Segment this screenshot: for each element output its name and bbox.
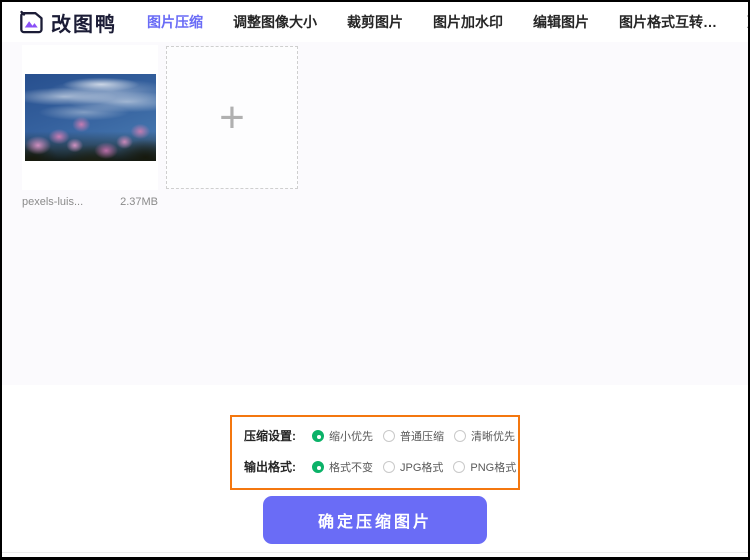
option-png-format[interactable]: PNG格式	[453, 459, 516, 475]
nav-item-crop-image[interactable]: 裁剪图片	[347, 12, 403, 32]
nav-item-image-compress[interactable]: 图片压缩	[147, 12, 203, 32]
radio-unselected-icon[interactable]	[453, 461, 465, 473]
radio-unselected-icon[interactable]	[383, 461, 395, 473]
option-jpg-format[interactable]: JPG格式	[383, 459, 443, 475]
brand-logo[interactable]: 改图鸭	[18, 8, 117, 37]
option-shrink-priority[interactable]: 缩小优先	[312, 428, 373, 444]
file-size: 2.37MB	[120, 196, 158, 208]
top-navigation-bar: 改图鸭 图片压缩 调整图像大小 裁剪图片 图片加水印 编辑图片 图片格式互转… …	[2, 2, 748, 42]
output-format-label: 输出格式:	[244, 458, 296, 475]
add-image-tile[interactable]: +	[166, 46, 298, 189]
radio-unselected-icon[interactable]	[454, 430, 466, 442]
plus-icon: +	[219, 96, 245, 140]
option-keep-format[interactable]: 格式不变	[312, 459, 373, 475]
radio-selected-icon[interactable]	[312, 461, 324, 473]
settings-section: 压缩设置: 缩小优先 普通压缩 清晰优先 输出格式: 格式不	[2, 415, 748, 560]
option-label: 普通压缩	[400, 428, 444, 444]
footer: 图片压缩 图片编辑	[2, 552, 748, 560]
compression-setting-row: 压缩设置: 缩小优先 普通压缩 清晰优先	[244, 427, 508, 444]
nav-item-format-convert[interactable]: 图片格式互转…	[619, 12, 717, 32]
file-thumbnail-card[interactable]	[22, 45, 158, 190]
brand-name: 改图鸭	[51, 8, 117, 37]
uploaded-file-item: pexels-luis... 2.37MB	[22, 45, 158, 208]
option-label: 清晰优先	[471, 428, 515, 444]
upload-stage: pexels-luis... 2.37MB +	[2, 42, 748, 385]
photo-frame-icon	[18, 10, 44, 34]
radio-selected-icon[interactable]	[312, 430, 324, 442]
nav-item-resize-image[interactable]: 调整图像大小	[233, 12, 317, 32]
compression-setting-label: 压缩设置:	[244, 427, 296, 444]
option-label: 格式不变	[329, 459, 373, 475]
file-name: pexels-luis...	[22, 196, 83, 208]
radio-unselected-icon[interactable]	[383, 430, 395, 442]
nav-item-watermark[interactable]: 图片加水印	[433, 12, 503, 32]
app-window: 改图鸭 图片压缩 调整图像大小 裁剪图片 图片加水印 编辑图片 图片格式互转… …	[0, 0, 750, 560]
file-meta-row: pexels-luis... 2.37MB	[22, 196, 158, 208]
option-label: 缩小优先	[329, 428, 373, 444]
confirm-compress-button[interactable]: 确定压缩图片	[263, 496, 487, 544]
output-format-row: 输出格式: 格式不变 JPG格式 PNG格式	[244, 458, 508, 475]
option-label: JPG格式	[400, 459, 443, 475]
options-panel: 压缩设置: 缩小优先 普通压缩 清晰优先 输出格式: 格式不	[230, 415, 520, 490]
nav-item-edit-image[interactable]: 编辑图片	[533, 12, 589, 32]
option-normal-compress[interactable]: 普通压缩	[383, 428, 444, 444]
main-nav: 图片压缩 调整图像大小 裁剪图片 图片加水印 编辑图片 图片格式互转… 更多工具…	[147, 12, 750, 32]
option-label: PNG格式	[470, 459, 516, 475]
thumbnail-photo	[25, 74, 156, 161]
option-clarity-priority[interactable]: 清晰优先	[454, 428, 515, 444]
